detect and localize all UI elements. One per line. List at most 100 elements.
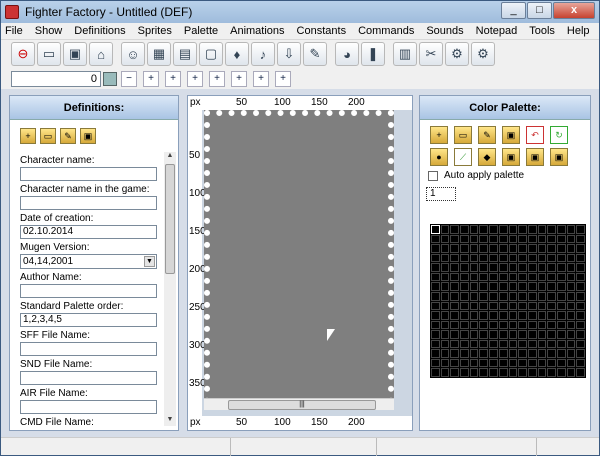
palette-swatch[interactable] — [576, 253, 585, 263]
palette-swatch[interactable] — [489, 320, 498, 330]
scroll-up-icon[interactable]: ▲ — [164, 152, 176, 162]
palette-swatch[interactable] — [489, 339, 498, 349]
palette-swatch[interactable] — [469, 291, 479, 301]
palette-swatch[interactable] — [518, 320, 527, 330]
mugen-version-select[interactable]: 04,14,2001 ▼ — [20, 254, 157, 269]
palette-swatch[interactable] — [460, 330, 469, 339]
palette-swatch[interactable] — [489, 330, 498, 339]
palette-swatch[interactable] — [450, 291, 460, 301]
palette-swatch[interactable] — [489, 253, 498, 263]
menu-help[interactable]: Help — [567, 25, 590, 37]
palette-swatch[interactable] — [489, 244, 498, 253]
palette-swatch[interactable] — [469, 282, 479, 291]
palette-swatch[interactable] — [566, 358, 576, 368]
palette-swatch[interactable] — [460, 349, 469, 358]
open-folder-icon[interactable]: ▭ — [40, 128, 56, 144]
palette-swatch[interactable] — [489, 225, 498, 234]
palette-swatch[interactable] — [576, 339, 585, 349]
palette-swatch[interactable] — [576, 272, 585, 282]
refresh-icon[interactable]: ↻ — [550, 126, 568, 144]
add-down-icon[interactable]: + — [253, 70, 269, 87]
palette-swatch[interactable] — [576, 358, 585, 368]
palette-swatch[interactable] — [460, 244, 469, 253]
palette-swatch[interactable] — [556, 263, 566, 272]
edit-file-icon[interactable]: ✎ — [60, 128, 76, 144]
menu-notepad[interactable]: Notepad — [476, 25, 518, 37]
palette-swatch[interactable] — [431, 339, 440, 349]
palette-swatch[interactable] — [498, 368, 508, 377]
palette-swatch[interactable] — [556, 301, 566, 311]
palette-swatch[interactable] — [547, 368, 556, 377]
bottles-icon[interactable]: ❚ — [361, 42, 385, 66]
palette-swatch[interactable] — [527, 368, 537, 377]
palette-swatch[interactable] — [556, 311, 566, 320]
scroll-down-icon[interactable]: ▼ — [164, 416, 176, 426]
canvas-horizontal-scrollbar[interactable]: ||| — [204, 398, 394, 410]
palette-swatch[interactable] — [518, 311, 527, 320]
palette-swatch[interactable] — [576, 263, 585, 272]
palette-swatch[interactable] — [440, 234, 450, 244]
palette-swatch[interactable] — [431, 368, 440, 377]
add-left-icon[interactable]: + — [187, 70, 203, 87]
palette-swatch[interactable] — [508, 263, 518, 272]
palette-swatch[interactable] — [489, 291, 498, 301]
palette-swatch[interactable] — [431, 311, 440, 320]
scroll-thumb[interactable] — [165, 164, 175, 274]
palette-swatch[interactable] — [440, 368, 450, 377]
palette-swatch[interactable] — [547, 282, 556, 291]
palette-swatch[interactable] — [508, 311, 518, 320]
palette-swatch[interactable] — [547, 234, 556, 244]
palette-number-field[interactable]: 1 — [426, 187, 456, 201]
menu-file[interactable]: File — [5, 25, 23, 37]
palette-swatch[interactable] — [576, 368, 585, 377]
save-palette-icon[interactable]: ▣ — [502, 126, 520, 144]
palette-swatch[interactable] — [498, 253, 508, 263]
palette-swatch[interactable] — [498, 311, 508, 320]
palette-swatch[interactable] — [469, 320, 479, 330]
open-icon[interactable]: ▭ — [37, 42, 61, 66]
new-file-icon[interactable]: + — [20, 128, 36, 144]
palette-swatch[interactable] — [469, 301, 479, 311]
palette-swatch[interactable] — [498, 272, 508, 282]
export-icon[interactable]: ⚙ — [471, 42, 495, 66]
palette-swatch[interactable] — [498, 263, 508, 272]
palette-swatch[interactable] — [479, 330, 489, 339]
palette-swatch[interactable] — [460, 320, 469, 330]
palette-swatch[interactable] — [498, 301, 508, 311]
sprite-canvas[interactable] — [204, 110, 394, 404]
palette-swatch[interactable] — [489, 349, 498, 358]
palette-swatch[interactable] — [450, 311, 460, 320]
menu-show[interactable]: Show — [35, 25, 63, 37]
palette-swatch[interactable] — [556, 368, 566, 377]
palette-swatch[interactable] — [450, 349, 460, 358]
palette-swatch[interactable] — [498, 330, 508, 339]
palette-swatch[interactable] — [508, 291, 518, 301]
palette-swatch[interactable] — [566, 368, 576, 377]
palette-swatch[interactable] — [576, 234, 585, 244]
palette-swatch[interactable] — [537, 368, 547, 377]
palette-swatch[interactable] — [440, 320, 450, 330]
palette-swatch[interactable] — [460, 311, 469, 320]
html-icon[interactable]: ▥ — [393, 42, 417, 66]
palette-swatch[interactable] — [556, 244, 566, 253]
palette-import-icon[interactable]: ▣ — [502, 148, 520, 166]
palette-swatch[interactable] — [518, 263, 527, 272]
auto-apply-checkbox-row[interactable]: Auto apply palette — [420, 170, 590, 181]
palette-swatch[interactable] — [547, 253, 556, 263]
palette-swatch[interactable] — [450, 320, 460, 330]
palette-swatch[interactable] — [537, 263, 547, 272]
palette-swatch[interactable] — [566, 330, 576, 339]
palette-swatch[interactable] — [566, 234, 576, 244]
palette-swatch[interactable] — [508, 253, 518, 263]
palette-swatch[interactable] — [508, 368, 518, 377]
palette-swatch[interactable] — [479, 339, 489, 349]
palette-swatch[interactable] — [537, 234, 547, 244]
palette-swatch[interactable] — [498, 244, 508, 253]
palette-swatch[interactable] — [518, 291, 527, 301]
palette-swatch[interactable] — [537, 349, 547, 358]
palette-swatch[interactable] — [556, 339, 566, 349]
definitions-scrollbar[interactable]: ▲ ▼ — [164, 152, 176, 426]
palette-swatch[interactable] — [479, 234, 489, 244]
menu-constants[interactable]: Constants — [297, 25, 347, 37]
palette-swatch[interactable] — [460, 234, 469, 244]
